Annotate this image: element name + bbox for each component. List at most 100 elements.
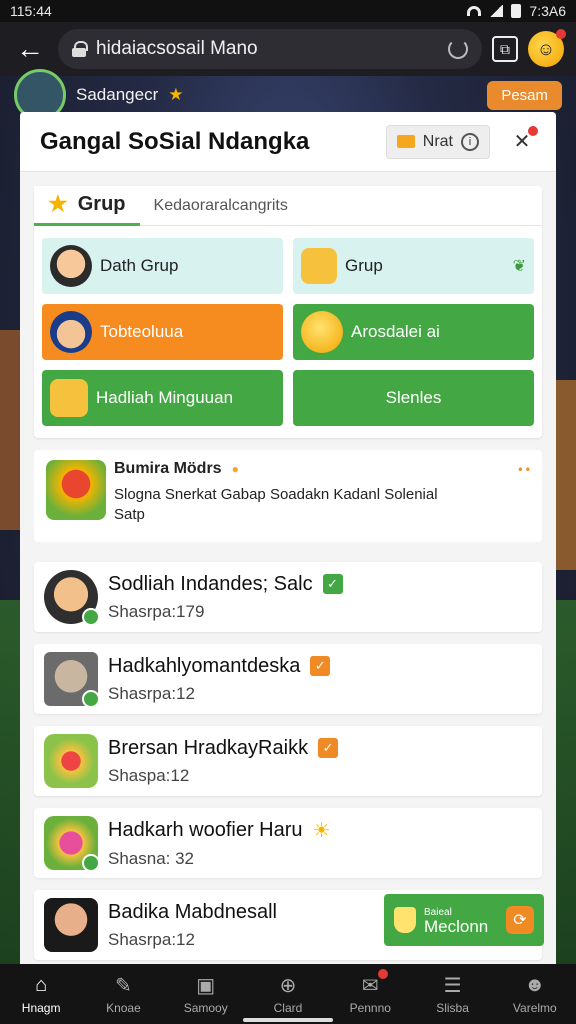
list-title: Brersan HradkayRaikk ✓ [108,737,532,760]
list-title-text: Sodliah Indandes; Salc [108,572,313,595]
info-icon: i [461,132,479,151]
avatar [44,898,98,952]
tile-label: Hadliah Minguuan [96,388,234,407]
url-field[interactable]: hidaiacsosail Mano [58,29,482,69]
tabs-row: ★ Grup Kedaoraralcangrits [34,185,542,226]
nav-profile[interactable]: ☻ Varelmo [499,973,571,1016]
reload-icon[interactable] [448,39,468,59]
tile-hadliah-minguuan[interactable]: Hadliah Minguuan [42,370,283,426]
media-icon: ▣ [196,974,216,997]
profile-coin-button[interactable]: ☺ [528,29,566,67]
nav-inbox[interactable]: ✉ Pennno [334,969,406,1015]
list-item[interactable]: Sodliah Indandes; Salc ✓ Shasrpa:179 [34,562,542,632]
badge-icon [301,248,337,284]
nav-label: Pennno [349,1001,391,1015]
tab-grup[interactable]: ★ Grup [34,185,140,226]
nav-label: Samooy [183,1001,228,1015]
feature-card[interactable]: Bumira Mödrs ● • • Slogna Snerkat Gabap … [34,450,542,542]
nav-edit[interactable]: ✎ Knoae [87,973,159,1016]
tile-slenles[interactable]: Slenles [293,370,534,426]
notification-button[interactable]: Nrat i [385,124,490,159]
profile-icon: ☻ [524,973,546,996]
nav-media[interactable]: ▣ Samooy [170,973,242,1016]
verified-icon [82,608,100,626]
tile-dath-grup[interactable]: Dath Grup [42,238,283,294]
close-badge [528,125,538,136]
list-item[interactable]: Brersan HradkayRaikk ✓ Shaspa:12 [34,726,542,796]
signal-icon [489,5,504,17]
avatar [44,570,100,626]
battery-icon [511,4,522,18]
avatar [44,816,100,872]
more-icon[interactable]: • • [518,462,530,476]
notification-label: Nrat [422,132,453,150]
background-house-right [554,380,576,570]
modal-title: Gangal SoSial Ndangka [40,127,310,155]
tile-label: Dath Grup [100,256,179,275]
check-icon: ✓ [310,656,331,676]
behind-name: Sadangecr [76,85,159,104]
wifi-icon [467,6,482,16]
home-icon: ⌂ [35,973,48,996]
list-item[interactable]: Hadkarh woofier Haru ☀ Shasna: 32 [34,808,542,878]
behind-button[interactable]: Pesam [487,80,562,110]
star-icon: ★ [48,191,68,216]
browser-bar: ← hidaiacsosail Mano ⧉ ☺ [0,22,576,76]
lock-icon [72,41,88,57]
tabs-button[interactable]: ⧉ [492,36,518,62]
status-bar: 115:44 7:3A6 [0,0,576,22]
list-text: Sodliah Indandes; Salc ✓ Shasrpa:179 [108,573,532,622]
group-panel: ★ Grup Kedaoraralcangrits Dath Grup Grup… [34,185,542,438]
owl-icon [50,379,88,417]
back-button[interactable]: ← [12,31,48,67]
status-icons: 7:3A6 [467,3,566,19]
list-subtitle: Shasrpa:12 [108,683,195,703]
cta-big-label: Meclonn [424,917,489,936]
tile-tobteoluua[interactable]: Tobteoluua [42,304,283,360]
tab-secondary[interactable]: Kedaoraralcangrits [140,197,288,215]
sun-icon: ☀ [312,819,331,842]
check-icon: ✓ [322,574,343,594]
mascot-icon [46,460,106,520]
notification-dot [378,969,389,979]
member-list: Sodliah Indandes; Salc ✓ Shasrpa:179 Had… [34,562,544,960]
nav-label: Clard [273,1001,303,1015]
url-text: hidaiacsosail Mano [96,38,258,59]
list-subtitle: Shasrpa:179 [108,601,205,621]
lamp-icon [394,907,416,933]
check-icon: ✓ [318,738,339,758]
list-text: Brersan HradkayRaikk ✓ Shaspa:12 [108,737,532,786]
list-item[interactable]: Badika Mabdnesall Shasrpa:12 Baieal Mecl… [34,890,544,960]
list-title-text: Hadkarh woofier Haru [108,818,303,841]
close-button[interactable]: ✕ [508,125,538,156]
edit-icon: ✎ [115,974,132,997]
nav-home[interactable]: ⌂ Hnagm [5,973,77,1016]
tile-grup[interactable]: Grup ❦ [293,238,534,294]
verified-icon [82,690,100,708]
tile-label: Slenles [385,388,442,407]
list-title-text: Hadkahlyomantdeska [108,654,301,677]
tab-grup-label: Grup [77,192,126,215]
list-subtitle: Shasna: 32 [108,848,195,868]
dot-icon: ● [231,462,239,476]
plus-circle-icon: ⊕ [279,974,297,997]
tile-label: Grup [345,256,383,275]
status-time: 115:44 [10,3,52,19]
cta-text: Baieal Meclonn [424,906,498,936]
tile-label: Tobteoluua [100,322,184,341]
cta-button[interactable]: Baieal Meclonn ⟳ [384,894,544,946]
list-title: Hadkarh woofier Haru ☀ [108,818,532,843]
list-text: Hadkahlyomantdeska ✓ Shasrpa:12 [108,655,532,704]
avatar [44,652,100,708]
star-icon: ★ [168,85,184,104]
nav-list[interactable]: ☰ Slisba [417,973,489,1016]
nav-label: Hnagm [21,1001,61,1015]
envelope-icon [396,135,415,148]
tile-arosdalei[interactable]: Arosdalei ai [293,304,534,360]
modal-dialog: Gangal SoSial Ndangka Nrat i ✕ ★ Grup Ke… [20,112,556,970]
refresh-icon: ⟳ [506,906,534,934]
nav-create[interactable]: ⊕ Clard [252,973,324,1016]
list-item[interactable]: Hadkahlyomantdeska ✓ Shasrpa:12 [34,644,542,714]
notification-dot [556,29,566,39]
modal-header: Gangal SoSial Ndangka Nrat i ✕ [20,112,556,172]
